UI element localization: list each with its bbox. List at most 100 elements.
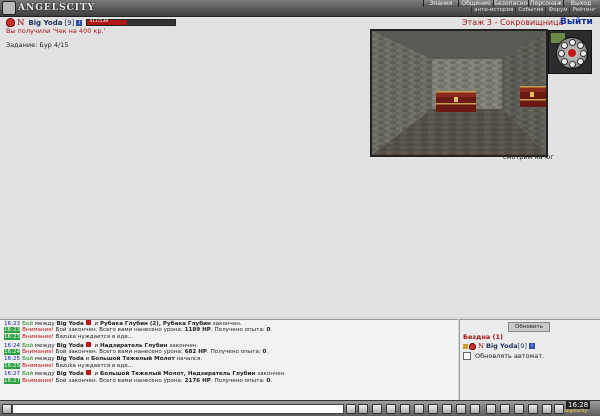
chat-log[interactable]: 16:23 Бой между Big Yoda и Рубака Глубин …: [0, 319, 458, 400]
auto-refresh-checkbox[interactable]: [463, 352, 471, 360]
clan-shield-icon: [6, 18, 15, 27]
chat-highlight: 1189 HP: [184, 327, 211, 334]
arrow-left-icon[interactable]: [558, 50, 565, 57]
battle-flag-icon[interactable]: [85, 320, 91, 325]
chat-highlight: Большой Тяжелый Молот: [90, 355, 175, 362]
member-icon: [463, 343, 468, 349]
mail-icon[interactable]: [500, 404, 510, 414]
top-nav: Знания Общение Безопасность Персонаж Вых…: [423, 0, 598, 7]
nav-security[interactable]: Безопасность: [493, 0, 538, 7]
dungeon-view-image: [372, 31, 546, 155]
map-toolbar-icon[interactable]: [542, 404, 552, 414]
hp-bar: 411/538: [86, 19, 177, 26]
hp-text: 411/538: [89, 19, 109, 24]
chat-timestamp[interactable]: 16:24: [4, 343, 20, 349]
received-message: Вы получили 'Чек на 400 кр.': [6, 27, 106, 35]
dungeon-view[interactable]: [370, 29, 548, 157]
arrow-forward-icon[interactable]: [569, 39, 576, 46]
turn-left-icon[interactable]: [561, 42, 568, 49]
compass-wheel: [556, 37, 588, 69]
chat-message: 16:23 Внимание! Bazuka нуждается в еде...: [0, 334, 458, 341]
location-panel: Обновить Бездна (1) ℕ Big Yoda [9] i Обн…: [459, 319, 600, 400]
logo-text: ANGELSCITY: [18, 3, 96, 13]
help-icon[interactable]: [554, 404, 564, 414]
turn-right-icon[interactable]: [577, 42, 584, 49]
task-text: Задание: Бур 4/15: [6, 41, 69, 49]
chat-text: и: [83, 355, 91, 362]
warning-label: Внимание!: [22, 327, 54, 334]
subnav-events[interactable]: События: [515, 7, 545, 14]
chat-message: 16:25 Бой между Big Yoda и Большой Тяжелы…: [0, 356, 458, 363]
chat-timestamp[interactable]: 16:25: [4, 356, 20, 362]
chat-highlight: Надзиратель Глубин: [99, 342, 168, 349]
player-name[interactable]: Big Yoda: [28, 19, 62, 27]
chat-timestamp[interactable]: 16:23: [4, 327, 21, 334]
arrow-back-icon[interactable]: [569, 61, 576, 68]
clock: 16:28: [566, 401, 591, 409]
chat-mode-icon[interactable]: [2, 404, 12, 414]
player-info-icon[interactable]: i: [76, 19, 83, 26]
treasure-chest-icon[interactable]: [520, 86, 546, 107]
chat-text: .: [270, 327, 273, 334]
chat-message: 16:24 Внимание! Бой закончен. Всего вами …: [0, 348, 458, 356]
clear-icon[interactable]: [358, 404, 368, 414]
inventory-icon[interactable]: [486, 404, 496, 414]
chat-text: Bazuka нуждается в еде...: [53, 334, 134, 341]
filter-icon[interactable]: [400, 404, 410, 414]
view-direction-caption: смотрим на юг: [503, 153, 554, 161]
subnav-forum[interactable]: Форум: [545, 7, 569, 14]
send-icon[interactable]: [346, 404, 356, 414]
arrow-right-icon[interactable]: [580, 50, 587, 57]
member-name[interactable]: Big Yoda: [486, 342, 518, 350]
chat-input[interactable]: [12, 404, 344, 414]
subnav-history[interactable]: анти-история: [471, 7, 515, 14]
chat-text: и: [92, 371, 100, 378]
nav-character[interactable]: Персонаж: [528, 0, 563, 7]
chat-timestamp[interactable]: 16:25: [4, 363, 21, 370]
location-member: ℕ Big Yoda [9] i: [463, 342, 535, 350]
nav-exit[interactable]: Выход: [563, 0, 598, 7]
map-icon[interactable]: [577, 58, 584, 65]
refresh-button[interactable]: Обновить: [508, 322, 550, 332]
logo-emblem-icon: [2, 1, 16, 15]
private-icon[interactable]: [414, 404, 424, 414]
player-status: ℕ Big Yoda [9] i 411/538: [6, 18, 177, 27]
fight-link[interactable]: Бой: [22, 343, 33, 349]
member-info-icon[interactable]: i: [528, 343, 535, 349]
compass-center-icon[interactable]: [568, 49, 576, 57]
location-title: Бездна (1): [463, 333, 503, 341]
nav-knowledge[interactable]: Знания: [423, 0, 458, 7]
translit-icon[interactable]: [386, 404, 396, 414]
bottom-toolbar: 16:28 angelscity: [0, 400, 600, 416]
fight-link[interactable]: Бой: [22, 371, 33, 377]
chat-timestamp[interactable]: 16:24: [4, 348, 21, 355]
refresh-icon[interactable]: [561, 58, 568, 65]
nav-communication[interactable]: Общение: [458, 0, 493, 7]
floor-title: Этаж 3 - Сокровищница: [462, 18, 564, 27]
chat-text: начался.: [174, 355, 203, 362]
chat-message: 16:27 Бой между Big Yoda и Большой Тяжелы…: [0, 370, 458, 377]
chat-timestamp[interactable]: 16:27: [4, 377, 21, 384]
treasure-chest-icon[interactable]: [436, 91, 476, 112]
battle-flag-icon[interactable]: [85, 341, 91, 347]
warning-label: Внимание!: [22, 377, 54, 384]
top-bar: ANGELSCITY Знания Общение Безопасность П…: [0, 0, 600, 17]
sound-icon[interactable]: [442, 404, 452, 414]
friends-icon[interactable]: [514, 404, 524, 414]
quest-icon[interactable]: [528, 404, 538, 414]
chat-highlight: Big Yoda: [56, 355, 84, 362]
clan-shield-icon: [469, 342, 476, 350]
chat-highlight: 2176 HP: [184, 377, 211, 384]
logo: ANGELSCITY: [2, 1, 95, 15]
clan-chat-icon[interactable]: [456, 404, 466, 414]
battle-flag-icon[interactable]: [85, 370, 91, 376]
settings-icon[interactable]: [428, 404, 438, 414]
chat-timestamp[interactable]: 16:27: [4, 371, 20, 377]
fight-link[interactable]: Бой: [22, 356, 33, 362]
chat-timestamp[interactable]: 16:23: [4, 334, 21, 341]
chat-text: Бой закончен. Всего вами нанесено урона:: [53, 377, 185, 384]
exit-link[interactable]: Выйти: [560, 17, 593, 27]
smiles-icon[interactable]: [372, 404, 382, 414]
party-icon[interactable]: [470, 404, 480, 414]
subnav-rating[interactable]: Рейтинг: [569, 7, 598, 14]
